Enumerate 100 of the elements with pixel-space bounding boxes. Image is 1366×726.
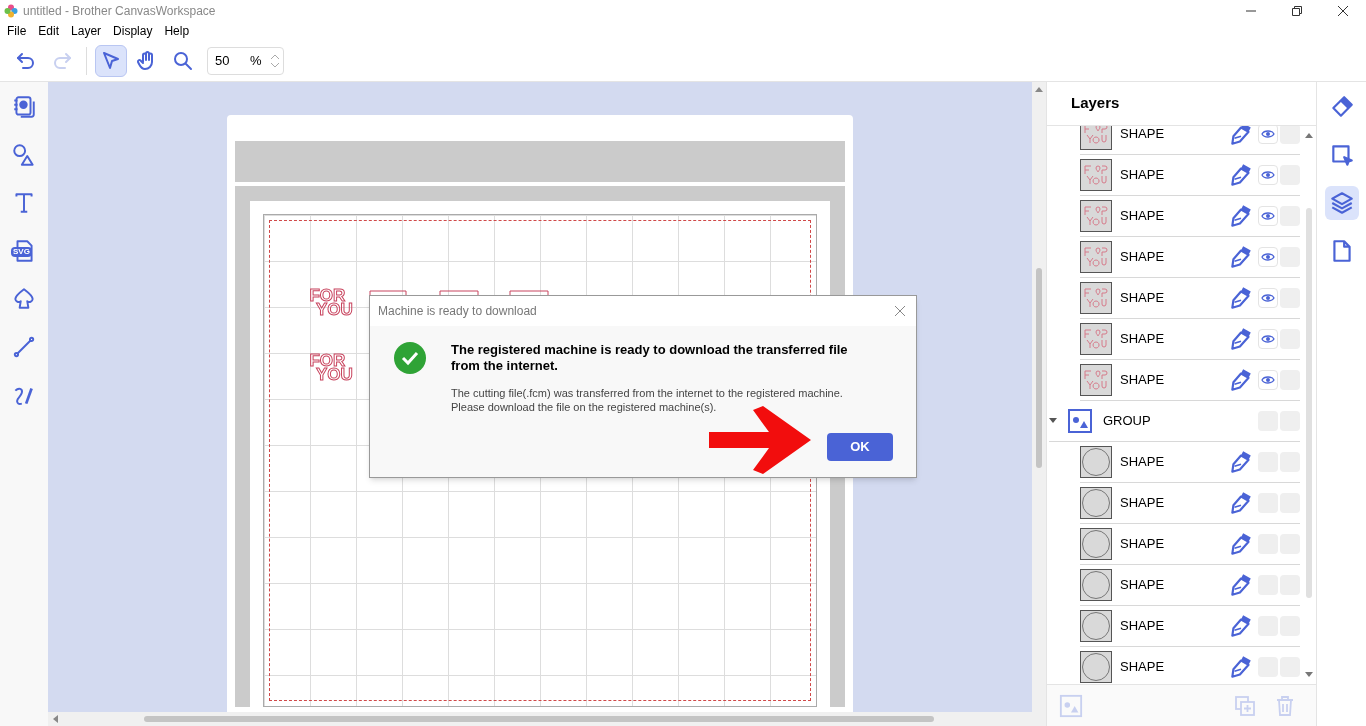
- pen-icon[interactable]: [1228, 654, 1254, 680]
- panel-title: Layers: [1071, 93, 1120, 114]
- heart-design-thumbnail: [1080, 364, 1112, 396]
- eye-toggle[interactable]: [1258, 329, 1278, 349]
- layer-row[interactable]: SHAPE: [1080, 565, 1300, 606]
- scrollbar-thumb[interactable]: [1306, 208, 1312, 598]
- eye-icon: [1261, 129, 1275, 139]
- menu-item[interactable]: File: [7, 22, 27, 40]
- menu-item[interactable]: Layer: [71, 22, 102, 40]
- eye-icon: [1261, 170, 1275, 180]
- window-title: untitled - Brother CanvasWorkspace: [23, 3, 216, 20]
- scrollbar-thumb[interactable]: [144, 716, 934, 722]
- pen-icon[interactable]: [1228, 126, 1254, 147]
- circle-thumbnail: [1080, 610, 1112, 642]
- layer-row[interactable]: SHAPE: [1080, 319, 1300, 360]
- circle-thumbnail: [1080, 528, 1112, 560]
- spin-down-icon[interactable]: [270, 60, 280, 69]
- layer-name: SHAPE: [1120, 207, 1166, 226]
- spin-up-icon[interactable]: [270, 52, 280, 61]
- heart-design-thumbnail: [1080, 323, 1112, 355]
- eye-toggle[interactable]: [1258, 165, 1278, 185]
- ok-button[interactable]: OK: [827, 433, 893, 461]
- layer-name: SHAPE: [1120, 535, 1166, 554]
- eye-toggle[interactable]: [1258, 288, 1278, 308]
- layer-row[interactable]: SHAPE: [1080, 278, 1300, 319]
- layers-icon[interactable]: [1324, 186, 1359, 220]
- eye-toggle[interactable]: [1258, 126, 1278, 144]
- layer-name: SHAPE: [1120, 453, 1166, 472]
- eye-icon: [1261, 293, 1275, 303]
- eye-icon: [1261, 375, 1275, 385]
- layer-name: SHAPE: [1120, 126, 1166, 144]
- menu-item[interactable]: Edit: [38, 22, 60, 40]
- pen-icon[interactable]: [1228, 613, 1254, 639]
- layer-name: SHAPE: [1120, 330, 1166, 349]
- pen-icon[interactable]: [1228, 490, 1254, 516]
- layer-name: SHAPE: [1120, 289, 1166, 308]
- heart-design-thumbnail: [1080, 241, 1112, 273]
- scroll-left-icon[interactable]: [51, 715, 59, 723]
- pen-icon[interactable]: [1228, 203, 1254, 229]
- caret-icon[interactable]: [1049, 418, 1057, 424]
- eye-icon: [1261, 334, 1275, 344]
- pen-icon[interactable]: [1228, 531, 1254, 557]
- layer-name: SHAPE: [1120, 494, 1166, 513]
- layer-row[interactable]: SHAPE: [1080, 155, 1300, 196]
- layer-name: SHAPE: [1120, 617, 1166, 636]
- horizontal-scrollbar[interactable]: [48, 712, 1046, 726]
- vertical-scrollbar[interactable]: [1032, 82, 1046, 712]
- group-icon: [1067, 408, 1093, 434]
- scroll-up-icon[interactable]: [1035, 85, 1043, 93]
- layer-name: SHAPE: [1120, 658, 1166, 677]
- pen-icon[interactable]: [1228, 572, 1254, 598]
- layer-row[interactable]: SHAPE: [1080, 360, 1300, 401]
- scroll-down-icon[interactable]: [1305, 672, 1313, 678]
- dialog-heading: The registered machine is ready to download the transferred file from the internet.: [451, 342, 849, 374]
- pen-icon[interactable]: [1228, 326, 1254, 352]
- eye-icon: [1261, 252, 1275, 262]
- select-button[interactable]: [95, 44, 127, 77]
- layer-row[interactable]: SHAPE: [1080, 196, 1300, 237]
- app-logo-icon: [4, 4, 18, 18]
- line-icon[interactable]: [11, 334, 37, 360]
- layer-row[interactable]: SHAPE: [1080, 524, 1300, 565]
- pen-icon[interactable]: [1228, 285, 1254, 311]
- success-check-icon: [394, 342, 426, 374]
- layer-row[interactable]: SHAPE: [1080, 237, 1300, 278]
- circle-thumbnail: [1080, 446, 1112, 478]
- layer-row[interactable]: SHAPE: [1080, 483, 1300, 524]
- eye-toggle[interactable]: [1258, 370, 1278, 390]
- design-text: FOR YOU: [308, 289, 353, 317]
- dialog-title: Machine is ready to download: [378, 303, 537, 320]
- menu-item[interactable]: Display: [113, 22, 153, 40]
- dialog-close-button[interactable]: [892, 303, 908, 319]
- pen-icon[interactable]: [1228, 367, 1254, 393]
- layer-name: SHAPE: [1120, 166, 1166, 185]
- layer-name: GROUP: [1103, 412, 1152, 431]
- close-icon: [894, 305, 906, 317]
- pen-icon[interactable]: [1228, 449, 1254, 475]
- scroll-up-icon[interactable]: [1305, 132, 1313, 138]
- notebook-icon[interactable]: [11, 94, 37, 120]
- layer-name: SHAPE: [1120, 371, 1166, 390]
- menu-item[interactable]: Help: [164, 22, 190, 40]
- heart-design-thumbnail: [1080, 282, 1112, 314]
- eye-icon: [1261, 211, 1275, 221]
- percent-unit: %: [250, 51, 262, 70]
- shapes-icon[interactable]: [11, 142, 37, 168]
- design-text: FOR YOU: [308, 354, 353, 382]
- layer-row[interactable]: SHAPE: [1080, 126, 1300, 155]
- layer-row[interactable]: SHAPE: [1080, 606, 1300, 647]
- close-icon: [1338, 6, 1348, 16]
- pen-icon[interactable]: [1228, 244, 1254, 270]
- group-row[interactable]: GROUP: [1049, 401, 1300, 442]
- layer-name: SHAPE: [1120, 576, 1166, 595]
- zoom-field[interactable]: 50 %: [207, 46, 284, 75]
- lock-toggle[interactable]: [1280, 126, 1300, 144]
- eye-toggle[interactable]: [1258, 206, 1278, 226]
- scrollbar-thumb[interactable]: [1036, 268, 1042, 468]
- layer-row[interactable]: SHAPE: [1080, 442, 1300, 483]
- circle-thumbnail: [1080, 487, 1112, 519]
- heart-design-thumbnail: [1080, 159, 1112, 191]
- eye-toggle[interactable]: [1258, 247, 1278, 267]
- pen-icon[interactable]: [1228, 162, 1254, 188]
